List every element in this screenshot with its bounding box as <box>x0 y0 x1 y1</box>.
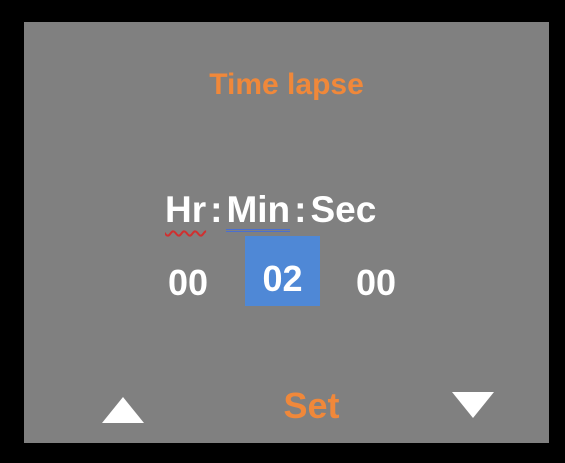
triangle-up-icon[interactable] <box>102 397 144 423</box>
seconds-header: Sec <box>310 189 377 230</box>
set-button[interactable]: Set <box>264 384 359 428</box>
seconds-value[interactable]: 00 <box>347 258 405 308</box>
header-separator: : <box>294 189 307 230</box>
hours-header: Hr <box>165 189 207 230</box>
hours-value[interactable]: 00 <box>161 258 215 308</box>
triangle-down-icon[interactable] <box>452 392 494 418</box>
screen-title: Time lapse <box>209 68 364 101</box>
time-field-headers: Hr: Min: Sec <box>165 188 376 232</box>
minutes-header: Min <box>226 189 291 232</box>
device-bezel: Time lapse Hr: Min: Sec 00 02 00 Set <box>0 0 565 463</box>
header-separator: : <box>210 189 223 230</box>
minutes-value[interactable]: 02 <box>245 236 320 306</box>
timelapse-screen: Time lapse Hr: Min: Sec 00 02 00 Set <box>24 22 549 443</box>
